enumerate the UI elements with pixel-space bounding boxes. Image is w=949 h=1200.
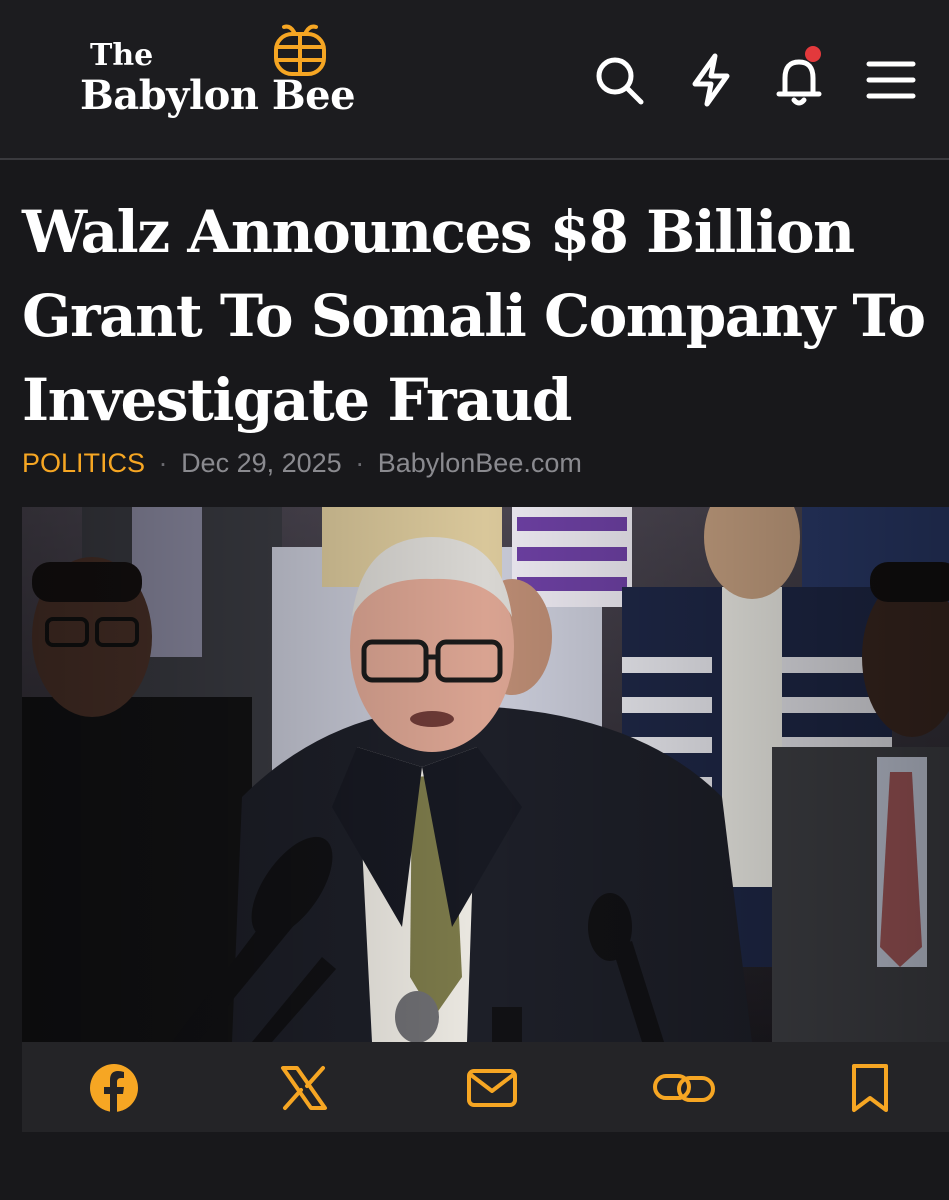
search-icon bbox=[596, 57, 644, 105]
babylon-bee-logo[interactable]: The Babylon Bee bbox=[80, 24, 420, 130]
article-photo bbox=[22, 507, 949, 1042]
menu-icon bbox=[866, 61, 916, 99]
publish-date: Dec 29, 2025 bbox=[181, 448, 342, 478]
copy-link-button[interactable] bbox=[652, 1062, 716, 1114]
lightning-icon bbox=[692, 53, 730, 107]
share-facebook-button[interactable] bbox=[88, 1062, 140, 1114]
notification-dot bbox=[805, 46, 821, 62]
share-email-button[interactable] bbox=[466, 1062, 518, 1114]
press-conference-image bbox=[22, 507, 949, 1042]
notifications-button[interactable] bbox=[769, 46, 829, 110]
category-link[interactable]: POLITICS bbox=[22, 448, 145, 478]
article-meta: POLITICS · Dec 29, 2025 · BabylonBee.com bbox=[22, 448, 582, 479]
x-icon bbox=[281, 1066, 327, 1110]
bee-icon bbox=[274, 24, 326, 76]
facebook-icon bbox=[90, 1064, 138, 1112]
header-actions bbox=[589, 46, 921, 110]
link-icon bbox=[653, 1074, 715, 1102]
bookmark-icon bbox=[852, 1064, 888, 1112]
menu-button[interactable] bbox=[861, 50, 921, 110]
mail-icon bbox=[467, 1069, 517, 1107]
share-bar bbox=[22, 1042, 949, 1132]
trending-button[interactable] bbox=[681, 50, 741, 110]
source-label: BabylonBee.com bbox=[377, 448, 582, 478]
meta-separator: · bbox=[355, 448, 365, 478]
article-headline: Walz Announces $8 Billion Grant To Somal… bbox=[22, 198, 926, 434]
logo-the-text: The bbox=[90, 38, 154, 73]
share-x-button[interactable] bbox=[278, 1062, 330, 1114]
search-button[interactable] bbox=[589, 50, 649, 110]
bookmark-button[interactable] bbox=[844, 1062, 896, 1114]
top-bar: The Babylon Bee bbox=[0, 0, 949, 160]
meta-separator: · bbox=[158, 448, 168, 478]
bell-icon bbox=[776, 59, 822, 106]
